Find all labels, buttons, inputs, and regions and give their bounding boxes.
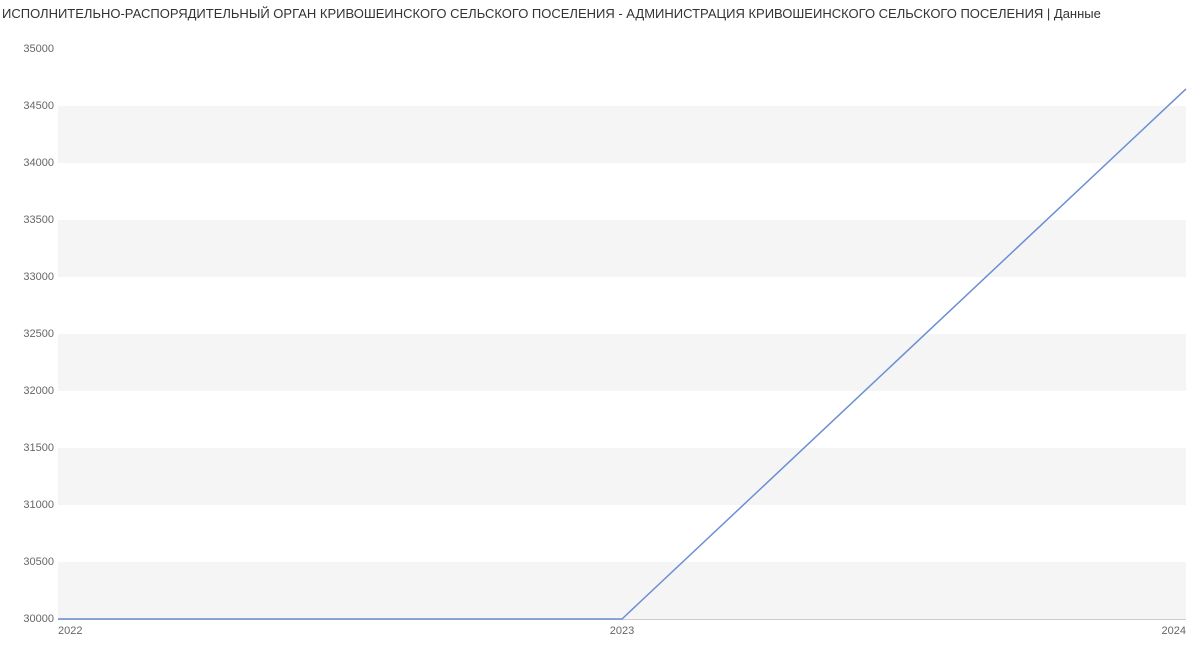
x-tick-label: 2023 <box>610 625 634 637</box>
data-line <box>58 49 1186 621</box>
y-tick-label: 30500 <box>4 556 54 568</box>
y-tick-label: 32500 <box>4 328 54 340</box>
y-tick-label: 33500 <box>4 214 54 226</box>
x-tick-label: 2024 <box>1162 625 1186 637</box>
y-tick-label: 34500 <box>4 100 54 112</box>
chart-wrapper: 30000 30500 31000 31500 32000 32500 33000 33500… <box>0 25 1200 645</box>
plot-area <box>58 49 1186 619</box>
y-tick-label: 35000 <box>4 43 54 55</box>
y-tick-label: 33000 <box>4 271 54 283</box>
x-tick-label: 2022 <box>58 625 82 637</box>
y-tick-label: 34000 <box>4 157 54 169</box>
y-tick-label: 32000 <box>4 385 54 397</box>
y-tick-label: 31500 <box>4 442 54 454</box>
y-tick-label: 30000 <box>4 613 54 625</box>
chart-title: ИСПОЛНИТЕЛЬНО-РАСПОРЯДИТЕЛЬНЫЙ ОРГАН КРИ… <box>0 0 1200 25</box>
y-tick-label: 31000 <box>4 499 54 511</box>
